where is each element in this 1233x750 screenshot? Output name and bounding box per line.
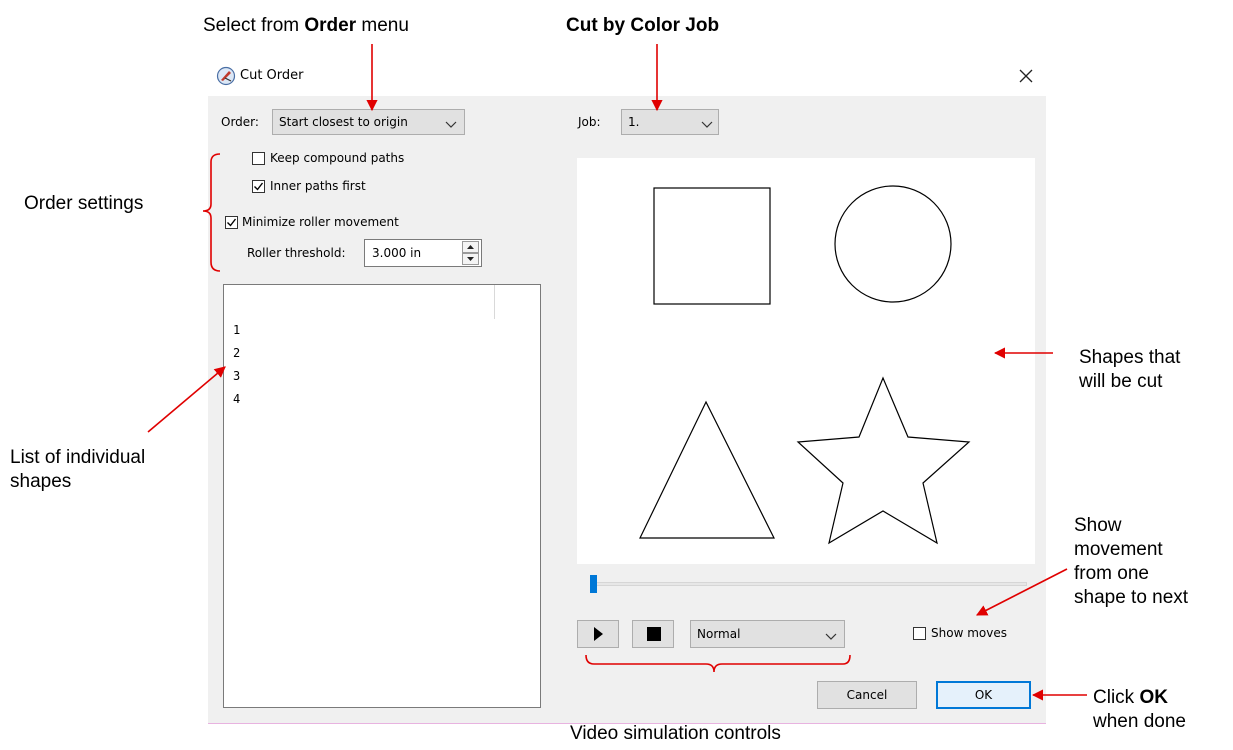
circle-shape — [834, 185, 952, 303]
stop-icon — [647, 627, 661, 641]
chevron-down-icon — [445, 118, 457, 132]
shape-list[interactable]: 1 2 3 4 — [223, 284, 541, 708]
order-select[interactable]: Start closest to origin — [272, 109, 465, 135]
spin-down-button[interactable] — [462, 253, 479, 265]
list-item[interactable]: 2 — [233, 346, 240, 360]
speed-select[interactable]: Normal — [690, 620, 845, 648]
list-item[interactable]: 1 — [233, 323, 240, 337]
inner-paths-checkbox[interactable] — [252, 180, 265, 193]
annotation-cut-by-color: Cut by Color Job — [566, 15, 720, 36]
list-item[interactable]: 3 — [233, 369, 240, 383]
ok-button[interactable]: OK — [936, 681, 1031, 709]
chevron-down-icon — [825, 630, 837, 644]
keep-compound-label[interactable]: Keep compound paths — [270, 151, 404, 165]
annotation-video-controls: Video simulation controls — [570, 723, 781, 744]
list-column-divider — [494, 285, 495, 319]
job-select-value: 1. — [628, 115, 640, 129]
cancel-button[interactable]: Cancel — [817, 681, 917, 709]
playback-thumb[interactable] — [590, 575, 597, 593]
annotation-order-settings: Order settings — [24, 193, 144, 214]
triangle-shape — [639, 400, 775, 539]
inner-paths-label[interactable]: Inner paths first — [270, 179, 366, 193]
show-moves-label[interactable]: Show moves — [931, 626, 1007, 640]
chevron-down-icon — [701, 118, 713, 132]
play-button[interactable] — [577, 620, 619, 648]
cut-order-app-icon — [216, 66, 236, 91]
spin-up-button[interactable] — [462, 241, 479, 253]
close-icon[interactable] — [1016, 66, 1036, 86]
order-label: Order: — [221, 115, 259, 129]
roller-threshold-value: 3.000 in — [372, 246, 422, 260]
star-shape — [796, 376, 971, 545]
roller-threshold-spinner[interactable]: 3.000 in — [364, 239, 482, 267]
annotation-click-ok: Click OK when done — [1093, 687, 1186, 732]
list-item[interactable]: 4 — [233, 392, 240, 406]
annotation-shapes-cut: Shapes that will be cut — [1079, 347, 1181, 392]
roller-threshold-label: Roller threshold: — [247, 246, 346, 260]
annotation-show-movement: Show movement from one shape to next — [1074, 515, 1189, 608]
playback-track[interactable] — [590, 582, 1027, 586]
keep-compound-checkbox[interactable] — [252, 152, 265, 165]
order-select-value: Start closest to origin — [279, 115, 408, 129]
stop-button[interactable] — [632, 620, 674, 648]
divider — [208, 723, 1046, 724]
job-select[interactable]: 1. — [621, 109, 719, 135]
shape-preview — [577, 158, 1035, 564]
minimize-roller-checkbox[interactable] — [225, 216, 238, 229]
job-label: Job: — [578, 115, 601, 129]
square-shape — [653, 187, 771, 305]
annotation-order-menu: Select from Order menu — [203, 15, 409, 36]
annotation-list-of-shapes: List of individual shapes — [10, 447, 146, 492]
show-moves-checkbox[interactable] — [913, 627, 926, 640]
play-icon — [594, 627, 603, 641]
dialog-title: Cut Order — [240, 68, 304, 83]
minimize-roller-label[interactable]: Minimize roller movement — [242, 215, 399, 229]
speed-select-value: Normal — [697, 627, 741, 641]
dialog-titlebar: Cut Order — [204, 58, 1050, 96]
